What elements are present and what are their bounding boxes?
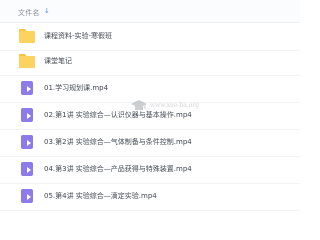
column-header-name[interactable]: 文件名 bbox=[18, 8, 40, 18]
list-item-video[interactable]: 02.第1讲 实验综合—认识仪器与基本操作.mp4 bbox=[0, 103, 300, 130]
file-name[interactable]: 04.第3讲 实验综合—产品获得与特殊装置.mp4 bbox=[44, 164, 192, 174]
video-file-icon bbox=[19, 161, 35, 177]
file-name[interactable]: 05.第4讲 实验综合—滴定实验.mp4 bbox=[44, 191, 157, 201]
file-name[interactable]: 课堂笔记 bbox=[44, 56, 72, 66]
folder-icon bbox=[19, 28, 35, 44]
list-item-video[interactable]: 04.第3讲 实验综合—产品获得与特殊装置.mp4 bbox=[0, 157, 300, 184]
list-item-video[interactable]: 05.第4讲 实验综合—滴定实验.mp4 bbox=[0, 184, 300, 211]
file-name[interactable]: 01.学习规划课.mp4 bbox=[44, 83, 108, 93]
list-item-folder[interactable]: 课堂笔记 bbox=[0, 49, 300, 76]
video-file-icon bbox=[19, 134, 35, 150]
list-item-video[interactable]: 01.学习规划课.mp4 bbox=[0, 76, 300, 103]
folder-icon bbox=[19, 53, 35, 69]
video-file-icon bbox=[19, 188, 35, 204]
arrow-down-icon[interactable]: ↓ bbox=[44, 7, 50, 15]
video-file-icon bbox=[19, 80, 35, 96]
video-file-icon bbox=[19, 107, 35, 123]
file-name[interactable]: 课程资料-实验-寒假班 bbox=[44, 31, 112, 41]
file-name[interactable]: 02.第1讲 实验综合—认识仪器与基本操作.mp4 bbox=[44, 110, 192, 120]
list-item-folder[interactable]: 课程资料-实验-寒假班 bbox=[0, 24, 300, 51]
file-name[interactable]: 03.第2讲 实验综合—气体制备与条件控制.mp4 bbox=[44, 137, 192, 147]
list-item-video[interactable]: 03.第2讲 实验综合—气体制备与条件控制.mp4 bbox=[0, 130, 300, 157]
file-list-header: 文件名 ↓ bbox=[0, 0, 300, 23]
